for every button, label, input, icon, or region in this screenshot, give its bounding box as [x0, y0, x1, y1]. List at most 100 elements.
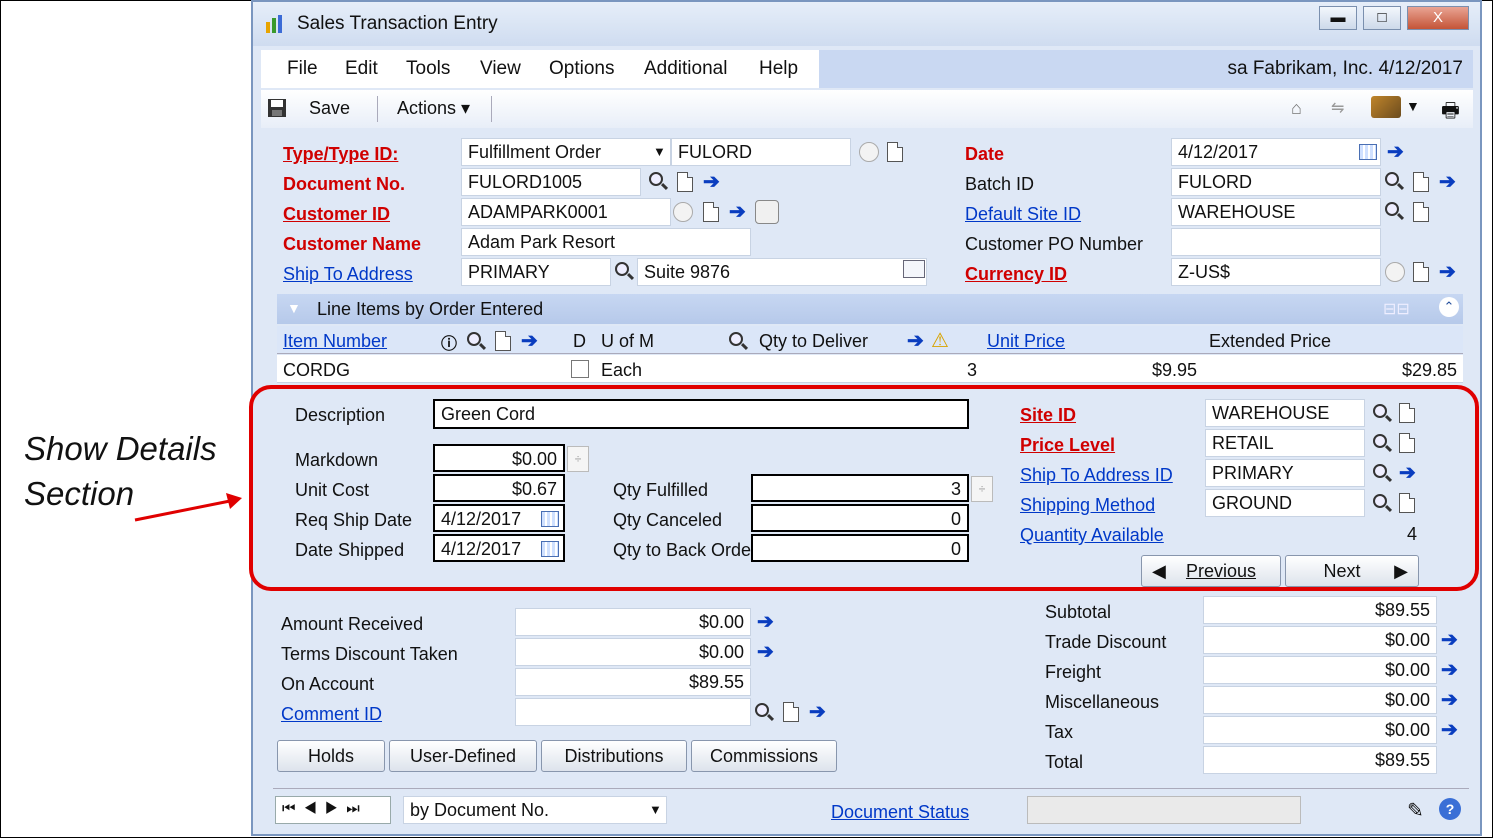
type-select[interactable]: Fulfillment Order — [461, 138, 671, 166]
row-d-checkbox[interactable] — [571, 360, 589, 378]
search-icon[interactable] — [1385, 202, 1399, 216]
terms-discount-field[interactable]: $0.00 — [515, 638, 751, 666]
save-button[interactable]: Save — [309, 98, 350, 119]
link-icon[interactable]: ⇋ — [1331, 98, 1344, 118]
search-icon[interactable] — [1385, 172, 1399, 186]
new-doc-icon[interactable] — [1413, 172, 1429, 192]
col-unit-price[interactable]: Unit Price — [987, 331, 1065, 352]
collapse-icon[interactable]: ▼ — [287, 300, 301, 316]
search-icon[interactable] — [615, 262, 629, 276]
arrow-right-icon[interactable]: ➔ — [1387, 142, 1404, 162]
currency-id-field[interactable]: Z-US$ — [1171, 258, 1381, 286]
type-id-field[interactable]: FULORD — [671, 138, 851, 166]
search-icon[interactable] — [649, 172, 663, 186]
menu-tools[interactable]: Tools — [406, 58, 450, 80]
help-icon[interactable]: ? — [1439, 798, 1461, 820]
menu-edit[interactable]: Edit — [345, 58, 378, 80]
new-doc-icon[interactable] — [495, 331, 511, 351]
home-icon[interactable]: ⌂ — [1291, 98, 1302, 119]
chevron-down-icon[interactable]: ▼ — [653, 144, 666, 159]
menu-options[interactable]: Options — [549, 58, 614, 80]
default-site-field[interactable]: WAREHOUSE — [1171, 198, 1381, 226]
currency-id-label[interactable]: Currency ID — [965, 264, 1067, 285]
tax-field[interactable]: $0.00 — [1203, 716, 1437, 744]
col-item-number[interactable]: Item Number — [283, 331, 387, 352]
new-doc-icon[interactable] — [677, 172, 693, 192]
arrow-right-icon[interactable]: ➔ — [1441, 630, 1458, 650]
chevron-down-icon[interactable]: ▼ — [649, 802, 662, 817]
customer-name-field[interactable]: Adam Park Resort — [461, 228, 751, 256]
new-doc-icon[interactable] — [887, 142, 903, 162]
close-button[interactable]: X — [1407, 6, 1469, 30]
commissions-button[interactable]: Commissions — [691, 740, 837, 772]
record-navigation[interactable]: ⏮◀▶⏭ — [275, 796, 391, 824]
comment-id-field[interactable] — [515, 698, 751, 726]
customer-detail-icon[interactable] — [755, 200, 779, 224]
actions-button[interactable]: Actions ▾ — [397, 98, 470, 119]
menu-bar: File Edit Tools View Options Additional … — [261, 50, 1473, 88]
freight-field[interactable]: $0.00 — [1203, 656, 1437, 684]
distributions-button[interactable]: Distributions — [541, 740, 687, 772]
default-site-id-link[interactable]: Default Site ID — [965, 204, 1081, 225]
menu-file[interactable]: File — [287, 58, 318, 80]
document-no-field[interactable]: FULORD1005 — [461, 168, 641, 196]
menu-view[interactable]: View — [480, 58, 521, 80]
date-field[interactable]: 4/12/2017 — [1171, 138, 1381, 166]
amount-received-field[interactable]: $0.00 — [515, 608, 751, 636]
row-unit-price[interactable]: $9.95 — [983, 360, 1197, 381]
save-icon[interactable] — [267, 98, 287, 118]
note-icon[interactable]: ✎ — [1407, 798, 1424, 823]
search-icon[interactable] — [467, 332, 481, 346]
image-icon[interactable] — [1371, 96, 1401, 118]
user-defined-button[interactable]: User-Defined — [389, 740, 537, 772]
arrow-right-icon[interactable]: ➔ — [757, 612, 774, 632]
minimize-button[interactable]: ▬ — [1319, 6, 1357, 30]
comment-id-link[interactable]: Comment ID — [281, 704, 382, 725]
arrow-right-icon[interactable]: ➔ — [757, 642, 774, 662]
arrow-right-icon[interactable]: ➔ — [809, 702, 826, 722]
row-u-of-m[interactable]: Each — [601, 360, 642, 381]
col-d: D — [573, 331, 586, 351]
calendar-icon[interactable] — [1359, 144, 1377, 160]
document-status-link[interactable]: Document Status — [831, 802, 969, 823]
info-icon[interactable]: ⓘ — [441, 330, 457, 354]
arrow-right-icon[interactable]: ➔ — [1441, 720, 1458, 740]
type-label[interactable]: Type/Type ID: — [283, 144, 398, 165]
search-icon[interactable] — [729, 332, 743, 346]
arrow-right-icon[interactable]: ➔ — [1439, 262, 1456, 282]
collapse-up-icon[interactable]: ⌃ — [1439, 297, 1459, 317]
customer-id-label[interactable]: Customer ID — [283, 204, 390, 225]
search-icon[interactable] — [755, 703, 769, 717]
arrow-right-icon[interactable]: ➔ — [521, 331, 538, 351]
row-item-number[interactable]: CORDG — [283, 360, 350, 381]
new-doc-icon[interactable] — [1413, 202, 1429, 222]
printer-icon[interactable]: 🖶 — [1441, 96, 1460, 130]
menu-help[interactable]: Help — [759, 58, 798, 80]
trade-discount-field[interactable]: $0.00 — [1203, 626, 1437, 654]
menu-additional[interactable]: Additional — [644, 58, 727, 80]
arrow-right-icon[interactable]: ➔ — [729, 202, 746, 222]
new-doc-icon[interactable] — [783, 702, 799, 722]
holds-button[interactable]: Holds — [277, 740, 385, 772]
arrow-right-icon[interactable]: ➔ — [1441, 690, 1458, 710]
customer-id-field[interactable]: ADAMPARK0001 — [461, 198, 671, 226]
arrow-right-icon[interactable]: ➔ — [1441, 660, 1458, 680]
ship-to-address-field[interactable]: Suite 9876 — [637, 258, 927, 286]
envelope-icon[interactable] — [903, 260, 925, 278]
expand-rows-icon[interactable]: ⊟⊟ — [1383, 299, 1410, 319]
sort-order-select[interactable]: by Document No. — [403, 796, 667, 824]
batch-id-field[interactable]: FULORD — [1171, 168, 1381, 196]
customer-po-field[interactable] — [1171, 228, 1381, 256]
arrow-right-icon[interactable]: ➔ — [1439, 172, 1456, 192]
chevron-down-icon[interactable]: ▼ — [1406, 98, 1420, 114]
arrow-right-icon[interactable]: ➔ — [703, 172, 720, 192]
maximize-button[interactable]: □ — [1363, 6, 1401, 30]
ship-to-field[interactable]: PRIMARY — [461, 258, 611, 286]
ship-to-address-link[interactable]: Ship To Address — [283, 264, 413, 285]
miscellaneous-field[interactable]: $0.00 — [1203, 686, 1437, 714]
new-doc-icon[interactable] — [703, 202, 719, 222]
arrow-right-icon[interactable]: ➔ — [907, 331, 924, 351]
new-doc-icon[interactable] — [1413, 262, 1429, 282]
warning-icon: ⚠ — [931, 330, 949, 352]
row-qty-to-deliver[interactable]: 3 — [753, 360, 977, 381]
